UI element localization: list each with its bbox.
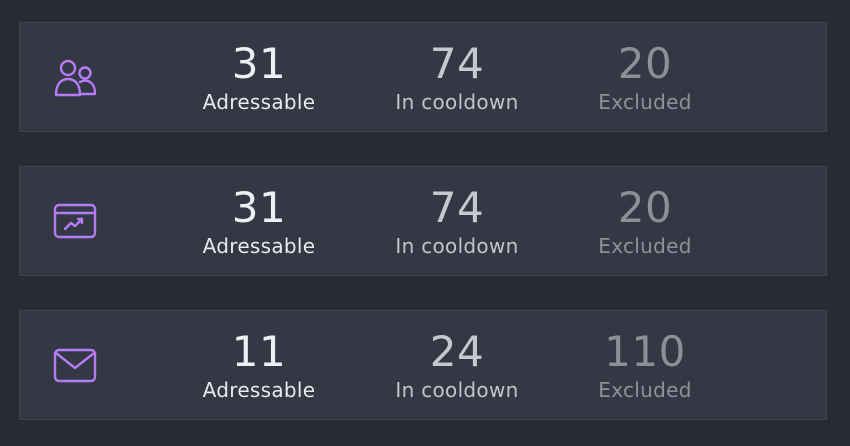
email-stats-card: 11 Adressable 24 In cooldown 110 Exclude… <box>19 310 827 420</box>
users-icon <box>53 58 97 98</box>
excluded-label: Excluded <box>598 234 692 258</box>
addressable-stat: 11 Adressable <box>169 311 349 421</box>
excluded-label: Excluded <box>598 90 692 114</box>
cooldown-count: 74 <box>429 183 485 232</box>
analytics-chart-icon <box>53 202 97 242</box>
addressable-stat: 31 Adressable <box>169 23 349 133</box>
addressable-label: Adressable <box>202 90 316 114</box>
excluded-stat: 20 Excluded <box>555 167 735 277</box>
cooldown-stat: 74 In cooldown <box>367 167 547 277</box>
excluded-count: 110 <box>604 327 686 376</box>
addressable-count: 31 <box>231 183 287 232</box>
excluded-label: Excluded <box>598 378 692 402</box>
cooldown-count: 24 <box>429 327 485 376</box>
addressable-label: Adressable <box>202 378 316 402</box>
excluded-stat: 20 Excluded <box>555 23 735 133</box>
cooldown-stat: 24 In cooldown <box>367 311 547 421</box>
cooldown-stat: 74 In cooldown <box>367 23 547 133</box>
cooldown-label: In cooldown <box>395 234 519 258</box>
excluded-count: 20 <box>617 39 673 88</box>
cooldown-label: In cooldown <box>395 378 519 402</box>
cooldown-label: In cooldown <box>395 90 519 114</box>
addressable-count: 31 <box>231 39 287 88</box>
envelope-icon <box>53 346 97 386</box>
addressable-label: Adressable <box>202 234 316 258</box>
addressable-count: 11 <box>231 327 287 376</box>
analytics-stats-card: 31 Adressable 74 In cooldown 20 Excluded <box>19 166 827 276</box>
excluded-count: 20 <box>617 183 673 232</box>
audience-stats-card: 31 Adressable 74 In cooldown 20 Excluded <box>19 22 827 132</box>
excluded-stat: 110 Excluded <box>555 311 735 421</box>
cooldown-count: 74 <box>429 39 485 88</box>
addressable-stat: 31 Adressable <box>169 167 349 277</box>
